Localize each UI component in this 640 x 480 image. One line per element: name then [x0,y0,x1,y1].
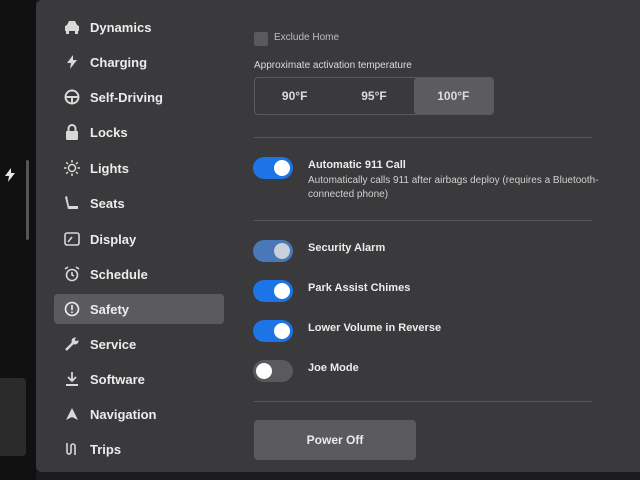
steering-wheel-icon [64,89,80,105]
sidebar-item-dynamics[interactable]: Dynamics [54,12,224,42]
temp-option-95[interactable]: 95°F [334,78,413,114]
sidebar-item-label: Locks [90,124,128,140]
lower-volume-in-reverse-title: Lower Volume in Reverse [308,322,442,334]
automatic-911-call-title: Automatic 911 Call [308,159,406,171]
sidebar-item-lights[interactable]: Lights [54,153,224,183]
temp-option-90[interactable]: 90°F [255,78,334,114]
display-icon [64,231,80,247]
toggle-knob [256,363,272,379]
sidebar-item-label: Charging [90,54,148,70]
sidebar-item-label: Dynamics [90,19,152,35]
sidebar-item-seats[interactable]: Seats [54,188,224,218]
sidebar-item-schedule[interactable]: Schedule [54,259,224,289]
security-alarm-title: Security Alarm [308,242,386,254]
sun-icon [64,160,80,176]
power-off-button[interactable]: Power Off [254,420,416,460]
navigation-arrow-icon [64,406,80,422]
sidebar-item-label: Safety [90,301,130,317]
settings-sidebar: Dynamics Charging Self-Driving Locks Lig [36,0,232,472]
lock-icon [64,124,80,140]
divider [254,137,592,138]
exclude-home-checkbox[interactable] [254,32,268,46]
bezel-slot [26,160,29,240]
joe-mode-toggle[interactable] [253,360,293,382]
sidebar-item-label: Software [90,371,145,387]
automatic-911-call-toggle[interactable] [253,157,293,179]
left-bezel [0,0,36,480]
sidebar-item-label: Lights [90,160,129,176]
sidebar-item-label: Trips [90,441,122,457]
toggle-knob [274,323,290,339]
alarm-clock-icon [64,266,80,282]
bezel-panel [0,378,26,456]
divider [254,401,592,402]
sidebar-item-service[interactable]: Service [54,329,224,359]
toggle-knob [274,243,290,259]
car-icon [64,19,80,35]
security-alarm-toggle[interactable] [253,240,293,262]
activation-temperature-label: Approximate activation temperature [254,60,412,71]
safety-settings-panel: Exclude Home Approximate activation temp… [236,0,640,472]
info-circle-icon [64,301,80,317]
download-icon [64,371,80,387]
sidebar-item-display[interactable]: Display [54,224,224,254]
activation-temperature-selector: 90°F 95°F 100°F [254,77,494,115]
trips-icon [64,441,80,457]
sidebar-item-trips[interactable]: Trips [54,434,224,464]
park-assist-chimes-toggle[interactable] [253,280,293,302]
sidebar-item-safety[interactable]: Safety [54,294,224,324]
joe-mode-title: Joe Mode [308,362,359,374]
divider [254,220,592,221]
sidebar-item-label: Schedule [90,266,148,282]
sidebar-item-self-driving[interactable]: Self-Driving [54,82,224,112]
seat-icon [64,195,80,211]
sidebar-item-label: Service [90,336,137,352]
sidebar-item-label: Navigation [90,406,157,422]
automatic-911-call-description: Automatically calls 911 after airbags de… [308,175,599,200]
park-assist-chimes-title: Park Assist Chimes [308,282,411,294]
wrench-icon [64,336,80,352]
sidebar-item-label: Self-Driving [90,89,163,105]
toggle-knob [274,283,290,299]
sidebar-item-label: Seats [90,195,125,211]
toggle-knob [274,160,290,176]
exclude-home-label: Exclude Home [274,32,340,43]
lower-volume-in-reverse-toggle[interactable] [253,320,293,342]
sidebar-item-locks[interactable]: Locks [54,117,224,147]
sidebar-item-charging[interactable]: Charging [54,47,224,77]
sidebar-item-label: Display [90,231,137,247]
temp-option-100[interactable]: 100°F [413,78,493,114]
sidebar-item-software[interactable]: Software [54,364,224,394]
settings-screen: Dynamics Charging Self-Driving Locks Lig [36,0,640,472]
bolt-icon [64,54,80,70]
sidebar-item-navigation[interactable]: Navigation [54,399,224,429]
charging-bolt-icon [5,168,17,184]
